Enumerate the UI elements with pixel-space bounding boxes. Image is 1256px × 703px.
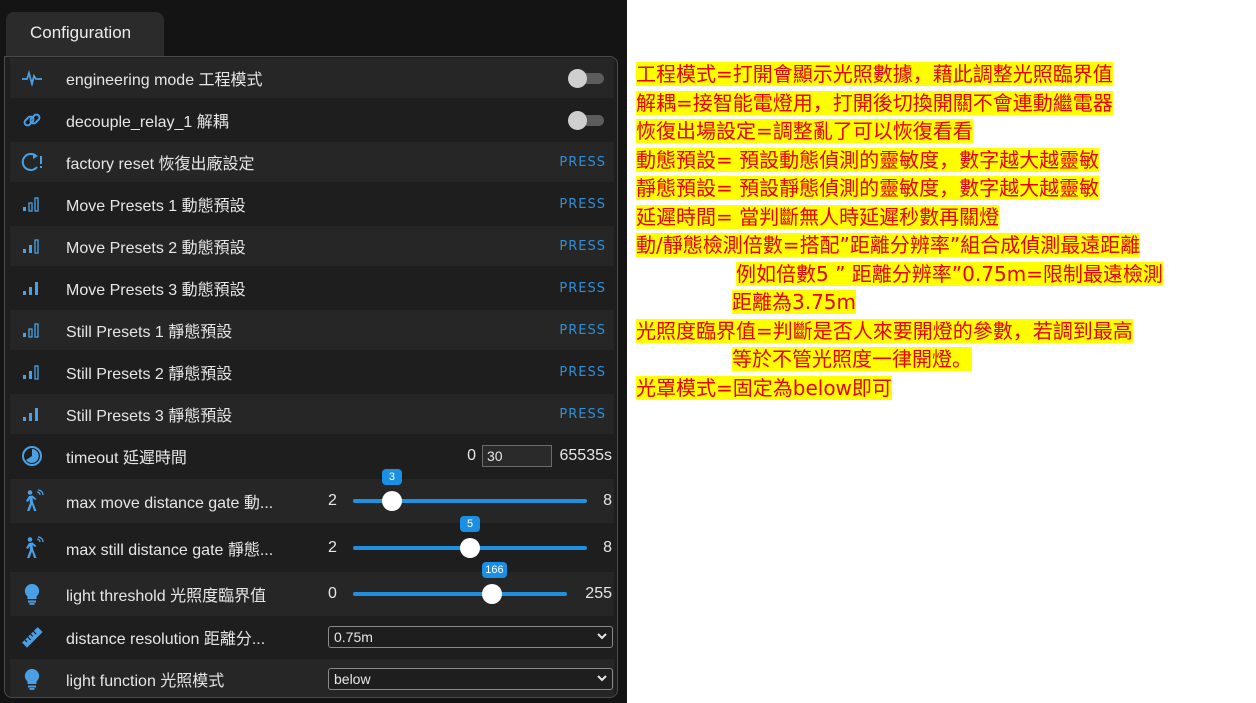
ruler-icon (18, 623, 46, 651)
walk-motion-icon (18, 487, 46, 515)
tab-configuration[interactable]: Configuration (6, 12, 164, 56)
slider-value-bubble: 166 (482, 562, 507, 578)
still-presets-2-press-button[interactable]: PRESS (559, 365, 606, 380)
move-presets-1-press-button[interactable]: PRESS (559, 197, 606, 212)
note-line: 動態預設= 預設動態偵測的靈敏度，數字越大越靈敏 (636, 148, 1100, 172)
factory-reset-press-button[interactable]: PRESS (559, 155, 606, 170)
row-timeout: timeout 延遲時間 0 65535s (10, 436, 614, 476)
move-presets-3-label: Move Presets 3 動態預設 (66, 282, 246, 299)
still-presets-1-label: Still Presets 1 靜態預設 (66, 324, 233, 341)
move-presets-2-label: Move Presets 2 動態預設 (66, 240, 246, 257)
note-line: 工程模式=打開會顯示光照數據，藉此調整光照臨界值 (636, 62, 1113, 86)
row-distance-resolution: distance resolution 距離分... 0.75m (10, 617, 614, 657)
distance-resolution-value: 0.75m (334, 629, 373, 645)
row-max-move-gate: max move distance gate 動... 2 3 8 (10, 469, 614, 523)
note-line: 距離為3.75m (732, 290, 857, 314)
factory-reset-label: factory reset 恢復出廠設定 (66, 156, 255, 173)
max-move-gate-label: max move distance gate 動... (66, 495, 274, 512)
light-threshold-max: 255 (585, 585, 612, 602)
still-presets-1-press-button[interactable]: PRESS (559, 323, 606, 338)
row-max-still-gate: max still distance gate 靜態... 2 5 8 (10, 516, 614, 570)
note-line: 解耦=接智能電燈用，打開後切換開關不會連動繼電器 (636, 91, 1113, 115)
max-still-gate-max: 8 (603, 539, 612, 556)
distance-resolution-select[interactable]: 0.75m (328, 626, 613, 648)
max-still-gate-slider[interactable]: 5 (353, 516, 587, 560)
chevron-down-icon (596, 629, 608, 646)
row-light-function: light function 光照模式 below (10, 659, 614, 697)
decouple-relay-toggle[interactable] (568, 111, 606, 130)
slider-thumb[interactable] (482, 584, 503, 604)
row-factory-reset: factory reset 恢復出廠設定 PRESS (10, 142, 614, 182)
move-presets-3-press-button[interactable]: PRESS (559, 281, 606, 296)
lightbulb-icon (18, 665, 46, 693)
lightbulb-icon (18, 580, 46, 608)
timeout-input[interactable] (482, 445, 552, 467)
still-presets-2-label: Still Presets 2 靜態預設 (66, 366, 233, 383)
note-line: 光照度臨界值=判斷是否人來要開燈的參數，若調到最高 (636, 319, 1133, 343)
note-line: 恢復出場設定=調整亂了可以恢復看看 (636, 119, 973, 143)
restart-alert-icon (18, 148, 46, 176)
signal-3-icon (18, 400, 46, 428)
row-still-presets-3: Still Presets 3 靜態預設 PRESS (10, 394, 614, 434)
signal-1-icon (18, 190, 46, 218)
light-function-value: below (334, 671, 371, 687)
row-decouple-relay: decouple_relay_1 解耦 (10, 100, 614, 140)
slider-thumb[interactable] (381, 491, 402, 511)
note-line: 動/靜態檢測倍數=搭配”距離分辨率”組合成偵測最遠距離 (636, 233, 1141, 257)
distance-resolution-label: distance resolution 距離分... (66, 631, 266, 648)
note-line: 延遲時間= 當判斷無人時延遲秒數再關燈 (636, 205, 1000, 229)
note-line: 光罩模式=固定為below即可 (636, 376, 892, 400)
walk-motion-icon (18, 534, 46, 562)
light-threshold-label: light threshold 光照度臨界值 (66, 588, 267, 605)
engineering-mode-label: engineering mode 工程模式 (66, 72, 263, 89)
timeout-max: 65535s (559, 447, 613, 464)
note-line: 例如倍數5 ” 距離分辨率”0.75m=限制最遠檢測 (736, 262, 1163, 286)
note-line: 靜態預設= 預設靜態偵測的靈敏度，數字越大越靈敏 (636, 176, 1100, 200)
slider-rail (353, 592, 567, 596)
max-still-gate-min: 2 (328, 539, 337, 556)
max-still-gate-label: max still distance gate 靜態... (66, 542, 274, 559)
row-engineering-mode: engineering mode 工程模式 (10, 58, 614, 98)
slider-thumb[interactable] (460, 538, 480, 558)
row-still-presets-1: Still Presets 1 靜態預設 PRESS (10, 310, 614, 350)
light-threshold-slider[interactable]: 166 (353, 562, 567, 606)
signal-1-icon (18, 316, 46, 344)
max-move-gate-min: 2 (328, 492, 337, 509)
row-light-threshold: light threshold 光照度臨界值 0 166 255 (10, 562, 614, 616)
row-move-presets-1: Move Presets 1 動態預設 PRESS (10, 184, 614, 224)
timeout-min: 0 (467, 447, 476, 464)
light-threshold-min: 0 (328, 585, 337, 602)
row-still-presets-2: Still Presets 2 靜態預設 PRESS (10, 352, 614, 392)
move-presets-1-label: Move Presets 1 動態預設 (66, 198, 246, 215)
max-move-gate-max: 8 (603, 492, 612, 509)
max-move-gate-slider[interactable]: 3 (353, 469, 587, 513)
row-move-presets-2: Move Presets 2 動態預設 PRESS (10, 226, 614, 266)
config-panel: Configuration engineering mode 工程模式 deco… (0, 0, 627, 703)
pulse-icon (18, 64, 46, 92)
timeout-label: timeout 延遲時間 (66, 450, 187, 467)
engineering-mode-toggle[interactable] (568, 69, 606, 88)
signal-2-icon (18, 232, 46, 260)
decouple-relay-label: decouple_relay_1 解耦 (66, 114, 229, 131)
still-presets-3-press-button[interactable]: PRESS (559, 407, 606, 422)
config-card: engineering mode 工程模式 decouple_relay_1 解… (4, 56, 618, 698)
signal-2-icon (18, 358, 46, 386)
light-function-select[interactable]: below (328, 668, 613, 690)
link-icon (18, 106, 46, 134)
still-presets-3-label: Still Presets 3 靜態預設 (66, 408, 233, 425)
slider-value-bubble: 3 (381, 469, 402, 485)
row-move-presets-3: Move Presets 3 動態預設 PRESS (10, 268, 614, 308)
timer-icon (18, 442, 46, 470)
note-line: 等於不管光照度一律開燈。 (732, 347, 972, 371)
light-function-label: light function 光照模式 (66, 673, 225, 690)
chevron-down-icon (596, 671, 608, 688)
move-presets-2-press-button[interactable]: PRESS (559, 239, 606, 254)
slider-value-bubble: 5 (460, 516, 480, 532)
signal-3-icon (18, 274, 46, 302)
